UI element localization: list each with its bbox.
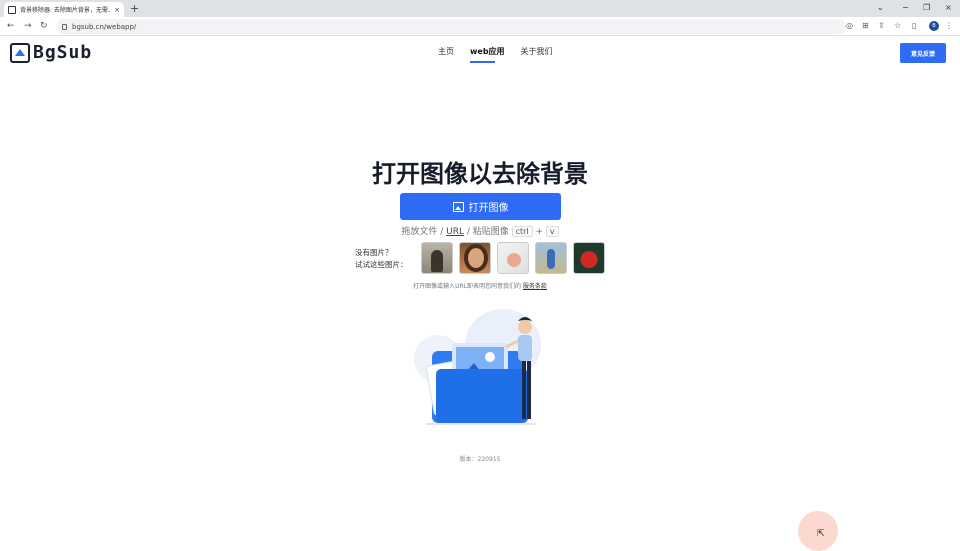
sample-image-bird[interactable] — [535, 242, 567, 274]
url-text: bgsub.cn/webapp/ — [72, 22, 137, 31]
close-window-icon[interactable]: × — [945, 2, 952, 14]
v-key: v — [545, 226, 559, 237]
sample-image-person[interactable] — [421, 242, 453, 274]
mouse-cursor-icon: ⇱ — [817, 529, 825, 539]
nav-home[interactable]: 主页 — [438, 46, 454, 57]
google-lens-icon[interactable]: ◎ — [846, 20, 853, 32]
site-favicon-icon — [8, 5, 16, 14]
tab-search-icon[interactable]: ⌄ — [877, 2, 884, 14]
tab-close-icon[interactable]: × — [114, 6, 120, 14]
try-line-2: 试试这些图片： — [355, 260, 408, 269]
key-plus: + — [532, 227, 546, 237]
version-text: 版本：220915 — [459, 456, 501, 463]
share-icon[interactable]: ⇪ — [878, 20, 885, 32]
sample-image-hand[interactable] — [497, 242, 529, 274]
lock-icon — [62, 23, 67, 30]
sample-image-rose[interactable] — [573, 242, 605, 274]
folder-illustration — [414, 309, 541, 425]
browser-menu-icon[interactable]: ⋮ — [945, 20, 953, 32]
ctrl-key: ctrl — [511, 226, 533, 237]
maximize-window-icon[interactable]: ❐ — [923, 2, 930, 14]
bookmark-star-icon[interactable]: ☆ — [894, 20, 901, 32]
open-image-button[interactable]: 打开图像 — [400, 193, 561, 220]
drop-hint-prefix: 拖放文件 / — [401, 227, 447, 237]
browser-tabstrip: 背景移除器: 去除图片背景，无需上传 × + ⌄ − ❐ × — [0, 0, 960, 17]
back-arrow-icon[interactable]: ← — [7, 20, 15, 32]
nav-about[interactable]: 关于我们 — [521, 46, 553, 57]
terms-notice: 打开图像或输入URL即表明您同意我们的 服务条款 — [0, 281, 960, 290]
main-nav: 主页 web应用 关于我们 — [438, 46, 553, 63]
page-title: 打开图像以去除背景 — [372, 160, 588, 188]
new-tab-icon[interactable]: + — [130, 2, 139, 15]
feedback-button[interactable]: 意见反馈 — [900, 43, 946, 63]
drop-hint-mid: / 粘贴图像 — [463, 227, 512, 237]
logo-text: BgSub — [33, 42, 93, 63]
address-bar[interactable]: bgsub.cn/webapp/ — [56, 19, 846, 34]
add-image-icon — [452, 201, 464, 212]
browser-tab-active[interactable]: 背景移除器: 去除图片背景，无需上传 × — [4, 2, 124, 17]
terms-prefix: 打开图像或输入URL即表明您同意我们的 — [413, 283, 523, 290]
sample-images — [421, 242, 605, 274]
nav-webapp[interactable]: web应用 — [470, 46, 505, 63]
profile-avatar[interactable]: B — [929, 21, 939, 31]
terms-link[interactable]: 服务条款 — [523, 283, 547, 290]
side-panel-icon[interactable]: ▯ — [912, 20, 916, 32]
tab-title: 背景移除器: 去除图片背景，无需上传 — [20, 7, 111, 14]
sample-image-woman[interactable] — [459, 242, 491, 274]
forward-arrow-icon[interactable]: → — [24, 20, 32, 32]
minimize-window-icon[interactable]: − — [902, 2, 909, 14]
reload-icon[interactable]: ↻ — [40, 20, 48, 32]
try-line-1: 没有图片？ — [355, 248, 393, 257]
try-samples-label: 没有图片？ 试试这些图片： — [355, 247, 408, 271]
url-link[interactable]: URL — [446, 227, 464, 237]
translate-icon[interactable]: ⊞ — [862, 20, 869, 32]
open-image-label: 打开图像 — [468, 203, 509, 214]
browser-toolbar: ← → ↻ bgsub.cn/webapp/ ◎ ⊞ ⇪ ☆ ▯ ⋮ — [0, 17, 960, 36]
drop-hint: 拖放文件 / URL / 粘贴图像 ctrl + v — [0, 224, 960, 237]
logo-icon — [10, 42, 30, 63]
site-logo[interactable]: BgSub — [10, 42, 92, 63]
